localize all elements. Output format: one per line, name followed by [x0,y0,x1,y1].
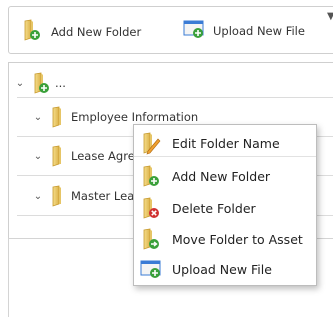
chevron-down-icon[interactable]: ⌄ [13,78,27,89]
menu-item-move-folder-to-asset[interactable]: Move Folder to Asset [134,224,316,254]
upload-new-file-button[interactable]: Upload New File [183,19,305,43]
chevron-down-icon[interactable]: ⌄ [31,112,45,123]
menu-item-upload-new-file[interactable]: Upload New File [134,254,316,284]
tree-root-row[interactable]: ⌄ ... [9,69,333,97]
upload-file-icon [136,258,166,280]
folder-context-menu: Edit Folder Name Add New Folder Delete F… [133,124,317,286]
menu-item-add-new-folder[interactable]: Add New Folder [134,161,316,191]
toolbar: Add New Folder Upload New File ▼ [8,6,333,54]
menu-item-delete-folder[interactable]: Delete Folder [134,193,316,223]
chevron-down-icon[interactable]: ⌄ [31,191,45,202]
folder-delete-icon [136,196,166,220]
add-new-folder-button[interactable]: Add New Folder [23,19,141,45]
menu-item-label: Edit Folder Name [172,135,280,151]
folder-pencil-icon [136,131,166,155]
folder-add-icon [23,19,43,45]
menu-item-label: Delete Folder [172,200,256,216]
menu-item-edit-folder-name[interactable]: Edit Folder Name [134,128,316,158]
add-new-folder-label: Add New Folder [51,25,142,39]
tree-root-label: ... [55,76,66,90]
tree-item-label: Employee Information [71,110,199,124]
folder-icon [51,185,63,207]
folder-icon [51,106,63,128]
menu-item-label: Move Folder to Asset [172,231,303,247]
menu-divider [134,156,316,157]
folder-add-icon [136,164,166,188]
menu-item-label: Add New Folder [172,168,271,184]
tree-border [8,238,9,317]
upload-file-icon [183,19,205,43]
folder-move-icon [136,227,166,251]
upload-new-file-label: Upload New File [213,24,305,38]
folder-add-icon [33,72,51,94]
toolbar-overflow-icon[interactable]: ▼ [327,11,333,22]
folder-icon [51,145,63,167]
menu-item-label: Upload New File [172,261,272,277]
chevron-down-icon[interactable]: ⌄ [31,151,45,162]
